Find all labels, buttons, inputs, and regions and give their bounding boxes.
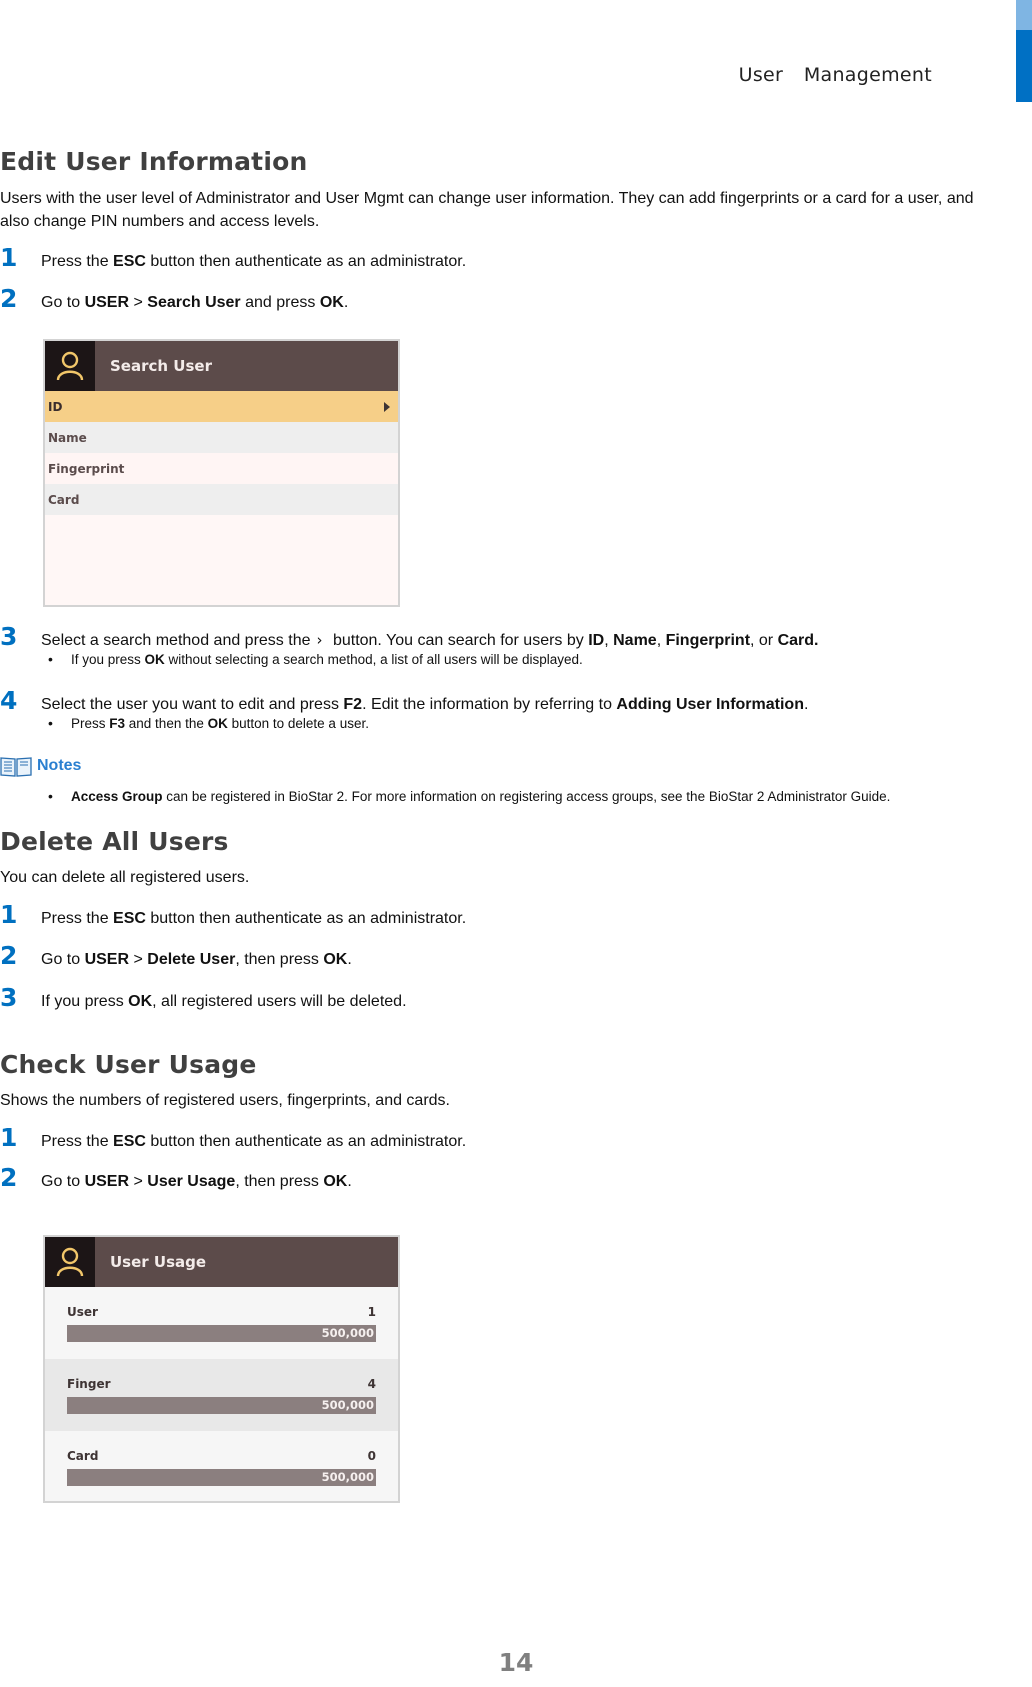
bullet-text: Press F3 and then the OK button to delet… [71,716,369,731]
step-text: Select the user you want to edit and pre… [41,696,809,713]
edit-step-1: 1 Press the ESC button then authenticate… [0,244,466,274]
bullet-icon: • [48,788,53,804]
step-text: Press the ESC button then authenticate a… [41,253,467,270]
step-number: 3 [0,983,18,1012]
usage-capacity: 500,000 [321,1398,374,1412]
search-user-screen: Search User ID Name Fingerprint Card [43,339,400,607]
screen-header: User Usage [45,1237,398,1287]
step-text: Press the ESC button then authenticate a… [41,910,467,927]
usage-progress-bar: 500,000 [67,1325,376,1342]
step-number: 2 [0,1163,18,1192]
step-text: Select a search method and press the › bu… [41,631,819,649]
edit-step-4-bullet: • Press F3 and then the OK button to del… [48,715,369,731]
notes-label: Notes [37,757,82,774]
step-text: Go to USER > User Usage, then press OK. [41,1173,352,1190]
step-number: 4 [0,686,18,715]
chevron-right-icon: › [316,631,323,649]
usage-count: 0 [367,1449,376,1463]
edit-step-2: 2 Go to USER > Search User and press OK. [0,285,348,315]
delete-step-3: 3 If you press OK, all registered users … [0,984,407,1014]
bullet-text: If you press OK without selecting a sear… [71,652,583,667]
screen-title: Search User [110,357,212,375]
section-title-edit-user: Edit User Information [0,147,308,176]
menu-item-label: ID [48,399,63,414]
chapter-tab-dark [1016,30,1032,102]
delete-step-1: 1 Press the ESC button then authenticate… [0,901,466,931]
menu-item-label: Card [48,492,80,507]
usage-label: User [67,1305,98,1319]
usage-capacity: 500,000 [321,1326,374,1340]
step-text: Go to USER > Delete User, then press OK. [41,951,352,968]
step-number: 3 [0,622,18,651]
usage-row-finger: Finger 4 500,000 [45,1359,398,1431]
chapter-tab-light [1016,0,1032,30]
usage-count: 1 [367,1305,376,1319]
notes-item: • Access Group can be registered in BioS… [48,788,890,804]
menu-item-name[interactable]: Name [45,422,398,453]
bullet-icon: • [48,651,53,667]
edit-intro-line2: also change PIN numbers and access level… [0,213,320,230]
usage-progress-bar: 500,000 [67,1469,376,1486]
delete-step-2: 2 Go to USER > Delete User, then press O… [0,942,352,972]
usage-step-1: 1 Press the ESC button then authenticate… [0,1124,466,1154]
edit-intro-line1: Users with the user level of Administrat… [0,190,974,207]
user-icon [45,341,95,391]
menu-item-card[interactable]: Card [45,484,398,515]
screen-title: User Usage [110,1253,207,1271]
menu-item-id[interactable]: ID [45,391,398,422]
menu-item-fingerprint[interactable]: Fingerprint [45,453,398,484]
usage-count: 4 [367,1377,376,1391]
step-text: If you press OK, all registered users wi… [41,993,407,1010]
usage-step-2: 2 Go to USER > User Usage, then press OK… [0,1164,352,1194]
usage-intro: Shows the numbers of registered users, f… [0,1092,450,1109]
caret-right-icon [384,401,390,412]
usage-label: Card [67,1449,99,1463]
book-icon [0,757,32,777]
menu-item-label: Name [48,430,87,445]
usage-row-card: Card 0 500,000 [45,1431,398,1501]
chapter-title: User Management [738,64,932,86]
step-text: Press the ESC button then authenticate a… [41,1133,467,1150]
edit-step-3-bullet: • If you press OK without selecting a se… [48,651,583,667]
section-title-delete-users: Delete All Users [0,827,229,856]
edit-intro: Users with the user level of Administrat… [0,187,1030,233]
step-number: 1 [0,243,18,272]
screen-header: Search User [45,341,398,391]
section-title-check-usage: Check User Usage [0,1050,257,1079]
page-number: 14 [498,1648,534,1677]
bullet-icon: • [48,715,53,731]
edit-step-3: 3 Select a search method and press the › … [0,623,818,653]
usage-row-user: User 1 500,000 [45,1287,398,1359]
step-number: 1 [0,1123,18,1152]
bullet-text: Access Group can be registered in BioSta… [71,789,891,804]
step-number: 1 [0,900,18,929]
edit-step-4: 4 Select the user you want to edit and p… [0,687,808,717]
step-text: Go to USER > Search User and press OK. [41,294,349,311]
step-number: 2 [0,284,18,313]
delete-intro: You can delete all registered users. [0,869,250,886]
user-icon [45,1237,95,1287]
step-number: 2 [0,941,18,970]
user-usage-screen: User Usage User 1 500,000 Finger 4 500,000… [43,1235,400,1503]
usage-capacity: 500,000 [321,1470,374,1484]
usage-progress-bar: 500,000 [67,1397,376,1414]
usage-label: Finger [67,1377,111,1391]
notes-header: Notes [0,755,81,777]
menu-item-label: Fingerprint [48,461,125,476]
